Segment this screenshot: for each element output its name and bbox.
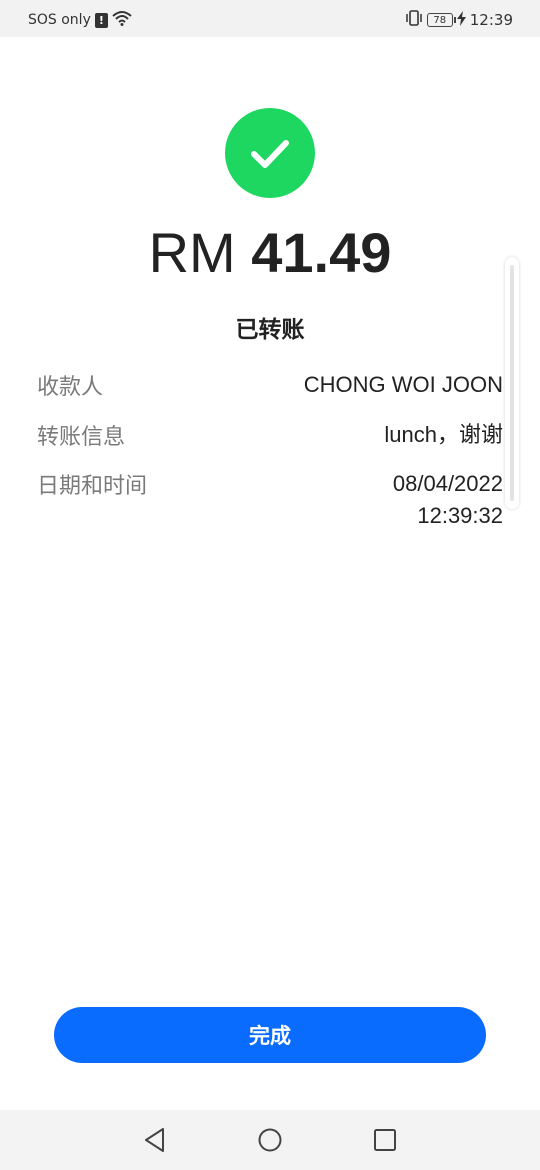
carrier-text: SOS only [28,12,91,28]
message-label: 转账信息 [37,425,126,450]
transfer-status: 已转账 [235,317,305,343]
currency-label: RM [148,221,236,284]
alert-icon: ! [94,12,108,28]
vibrate-icon [405,10,423,30]
datetime-value: 08/04/2022 12:39:32 [393,468,503,532]
status-bar: SOS only ! 78 12:39 [0,0,540,37]
home-icon[interactable] [257,1127,283,1157]
status-right: 78 12:39 [405,10,513,30]
scrollbar[interactable] [505,257,519,509]
transfer-receipt-screen: SOS only ! 78 12:39 RM 41.49 已转账 收款人 CHO… [0,0,540,1170]
battery-icon: 78 [426,13,456,27]
message-value: lunch，谢谢 [384,422,503,447]
transfer-amount: RM 41.49 [0,220,540,285]
recent-apps-icon[interactable] [373,1127,397,1157]
charging-icon [456,10,466,30]
status-time: 12:39 [469,11,513,29]
scrollbar-thumb[interactable] [510,265,514,501]
datetime-label: 日期和时间 [37,474,148,499]
recipient-label: 收款人 [37,375,104,400]
time-value: 12:39:32 [417,503,503,528]
status-left: SOS only ! [28,10,132,30]
done-button[interactable]: 完成 [54,1007,486,1063]
wifi-icon [112,10,132,30]
back-icon[interactable] [143,1127,167,1157]
amount-value: 41.49 [251,221,392,284]
date-value: 08/04/2022 [392,471,503,496]
recipient-value: CHONG WOI JOON [303,372,503,397]
navigation-bar [0,1110,540,1170]
success-check-icon [225,108,315,198]
